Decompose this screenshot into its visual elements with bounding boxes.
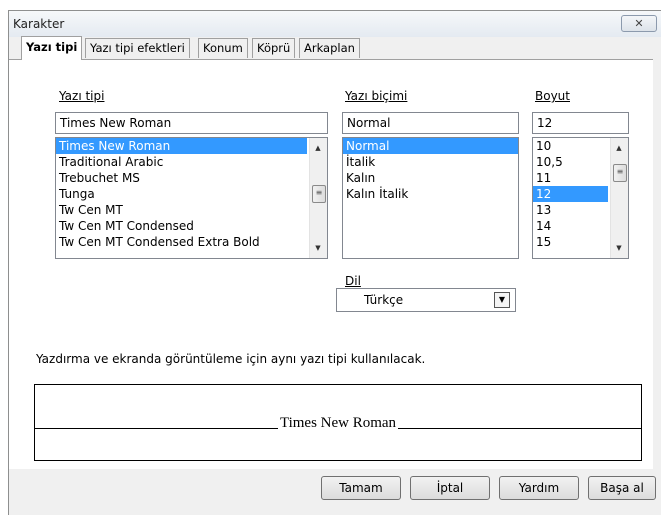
- list-item[interactable]: İtalik: [343, 154, 518, 170]
- preview-text: Times New Roman: [277, 415, 399, 431]
- arrow-down-icon[interactable]: ▼: [611, 240, 627, 256]
- tab-font-effects[interactable]: Yazı tipi efektleri: [85, 38, 190, 58]
- list-item[interactable]: Kalın İtalik: [343, 186, 518, 202]
- arrow-up-icon[interactable]: ▲: [310, 140, 326, 156]
- list-item[interactable]: Tw Cen MT: [56, 202, 327, 218]
- language-label: Dil: [345, 274, 361, 288]
- font-preview: Times New Roman: [34, 384, 642, 461]
- dialog-title: Karakter: [13, 17, 65, 31]
- list-item[interactable]: Traditional Arabic: [56, 154, 327, 170]
- style-input[interactable]: Normal: [342, 112, 519, 134]
- font-list[interactable]: Times New Roman Traditional Arabic Trebu…: [55, 137, 328, 259]
- list-item[interactable]: 12: [533, 186, 608, 202]
- scroll-thumb[interactable]: ≡: [613, 164, 627, 182]
- size-input[interactable]: 12: [532, 112, 629, 134]
- arrow-down-icon[interactable]: ▼: [310, 240, 326, 256]
- style-list[interactable]: Normal İtalik Kalın Kalın İtalik: [342, 137, 519, 259]
- info-text: Yazdırma ve ekranda görüntüleme için ayn…: [36, 352, 426, 366]
- reset-button[interactable]: Başa al: [588, 476, 656, 500]
- close-button[interactable]: ✕: [621, 15, 657, 32]
- style-label: Yazı biçimi: [345, 89, 408, 103]
- language-select[interactable]: Türkçe ▼: [336, 288, 516, 312]
- arrow-up-icon[interactable]: ▲: [611, 140, 627, 156]
- list-item[interactable]: Normal: [343, 138, 518, 154]
- tab-hyperlink[interactable]: Köprü: [252, 38, 296, 58]
- size-label: Boyut: [535, 89, 570, 103]
- title-bar: Karakter ✕: [9, 11, 661, 37]
- tab-background[interactable]: Arkaplan: [299, 38, 360, 58]
- tab-position[interactable]: Konum: [198, 38, 248, 58]
- help-button[interactable]: Yardım: [499, 476, 579, 500]
- size-list-scrollbar[interactable]: ▲ ≡ ▼: [610, 138, 628, 258]
- list-item[interactable]: Tw Cen MT Condensed: [56, 218, 327, 234]
- font-name-input[interactable]: Times New Roman: [55, 112, 328, 134]
- size-list[interactable]: 10 10,5 11 12 13 14 15 ▲ ≡ ▼: [532, 137, 629, 259]
- cancel-button[interactable]: İptal: [410, 476, 490, 500]
- list-item[interactable]: Tunga: [56, 186, 327, 202]
- chevron-down-icon[interactable]: ▼: [494, 292, 510, 308]
- list-item[interactable]: Times New Roman: [56, 138, 307, 154]
- font-label: Yazı tipi: [59, 89, 105, 103]
- close-icon: ✕: [634, 17, 644, 30]
- ok-button[interactable]: Tamam: [321, 476, 401, 500]
- list-item[interactable]: Tw Cen MT Condensed Extra Bold: [56, 234, 327, 250]
- font-list-scrollbar[interactable]: ▲ ≡ ▼: [309, 138, 327, 258]
- list-item[interactable]: Trebuchet MS: [56, 170, 327, 186]
- scroll-thumb[interactable]: ≡: [312, 185, 326, 203]
- list-item[interactable]: Kalın: [343, 170, 518, 186]
- language-value: Türkçe: [364, 293, 404, 307]
- tab-font[interactable]: Yazı tipi: [21, 36, 83, 60]
